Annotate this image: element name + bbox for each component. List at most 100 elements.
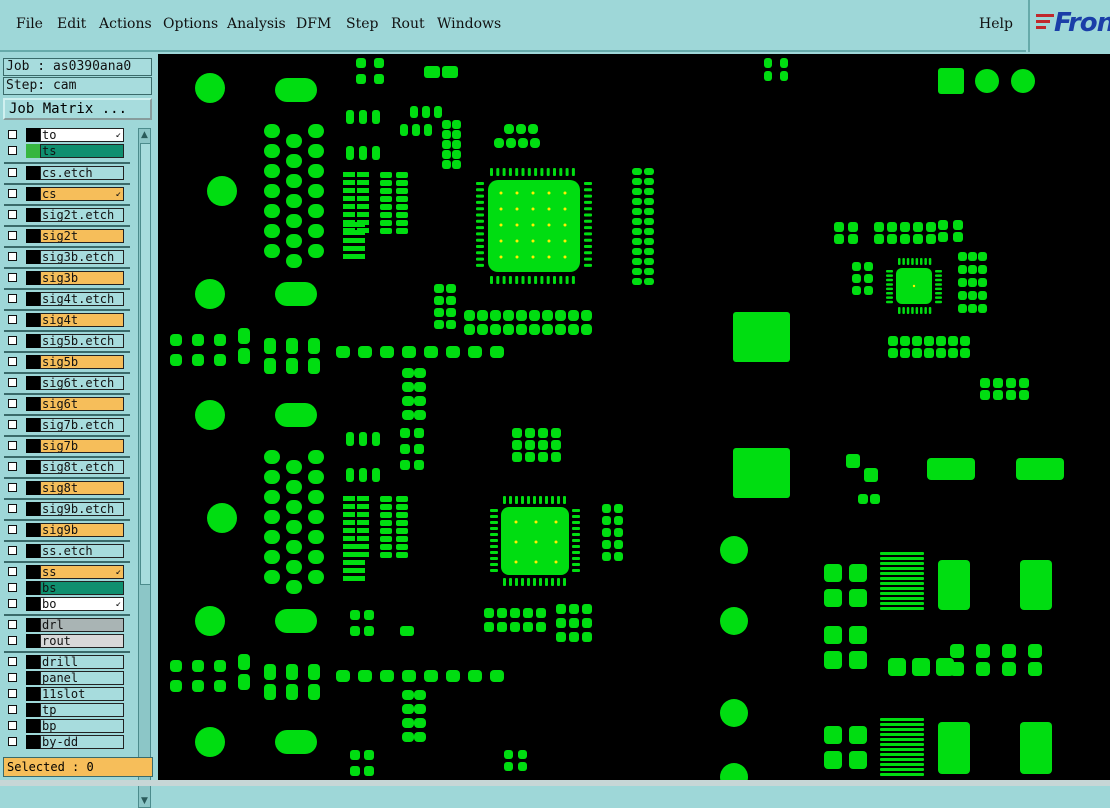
layer-row-sig5b[interactable]: sig5b — [4, 355, 128, 371]
layer-color-swatch[interactable] — [26, 671, 40, 685]
layer-color-swatch[interactable] — [26, 292, 40, 306]
layer-name[interactable]: sig4t — [40, 313, 124, 327]
layer-row-sig6t[interactable]: sig6t — [4, 397, 128, 413]
layer-color-swatch[interactable] — [26, 144, 40, 158]
layer-checkbox[interactable] — [8, 441, 17, 450]
layer-checkbox[interactable] — [8, 378, 17, 387]
layer-checkbox[interactable] — [8, 525, 17, 534]
layer-row-rout[interactable]: rout — [4, 634, 128, 650]
layer-color-swatch[interactable] — [26, 703, 40, 717]
scroll-up-icon[interactable]: ▲ — [139, 129, 150, 141]
job-matrix-button[interactable]: Job Matrix ... — [3, 98, 152, 120]
layer-color-swatch[interactable] — [26, 439, 40, 453]
layer-row-ss[interactable]: ss ↙ — [4, 565, 128, 581]
layer-checkbox[interactable] — [8, 357, 17, 366]
layer-name[interactable]: sig7b.etch — [40, 418, 124, 432]
layer-row-sig2t-etch[interactable]: sig2t.etch — [4, 208, 128, 224]
layer-checkbox[interactable] — [8, 599, 17, 608]
layer-checkbox[interactable] — [8, 504, 17, 513]
scroll-thumb[interactable] — [140, 143, 151, 585]
layer-checkbox[interactable] — [8, 657, 17, 666]
layer-checkbox[interactable] — [8, 546, 17, 555]
layer-checkbox[interactable] — [8, 721, 17, 730]
menu-help[interactable]: Help — [979, 16, 1013, 32]
layer-color-swatch[interactable] — [26, 271, 40, 285]
layer-checkbox[interactable] — [8, 210, 17, 219]
layer-name[interactable]: bs — [40, 581, 124, 595]
layer-name[interactable]: ss ↙ — [40, 565, 124, 579]
layer-row-sig4t[interactable]: sig4t — [4, 313, 128, 329]
layer-color-swatch[interactable] — [26, 618, 40, 632]
layer-name[interactable]: cs ↙ — [40, 187, 124, 201]
layer-checkbox[interactable] — [8, 737, 17, 746]
layer-row-sig8t-etch[interactable]: sig8t.etch — [4, 460, 128, 476]
layer-color-swatch[interactable] — [26, 166, 40, 180]
layer-color-swatch[interactable] — [26, 355, 40, 369]
layer-color-swatch[interactable] — [26, 544, 40, 558]
layer-color-swatch[interactable] — [26, 313, 40, 327]
layer-name[interactable]: by-dd — [40, 735, 124, 749]
layer-name[interactable]: sig3b.etch — [40, 250, 124, 264]
layer-row-sig9b[interactable]: sig9b — [4, 523, 128, 539]
layer-name[interactable]: tp — [40, 703, 124, 717]
layer-color-swatch[interactable] — [26, 502, 40, 516]
layer-name[interactable]: 11slot — [40, 687, 124, 701]
layer-row-11slot[interactable]: 11slot — [4, 687, 128, 703]
layer-row-to[interactable]: to ↙ — [4, 128, 128, 144]
layer-color-swatch[interactable] — [26, 128, 40, 142]
layer-checkbox[interactable] — [8, 705, 17, 714]
layer-name[interactable]: sig8t.etch — [40, 460, 124, 474]
layer-checkbox[interactable] — [8, 636, 17, 645]
layer-name[interactable]: sig4t.etch — [40, 292, 124, 306]
layer-row-sig3b-etch[interactable]: sig3b.etch — [4, 250, 128, 266]
layer-row-cs-etch[interactable]: cs.etch — [4, 166, 128, 182]
layer-name[interactable]: cs.etch — [40, 166, 124, 180]
layer-checkbox[interactable] — [8, 483, 17, 492]
layer-name[interactable]: to ↙ — [40, 128, 124, 142]
graphics-canvas[interactable] — [158, 54, 1110, 780]
layer-color-swatch[interactable] — [26, 597, 40, 611]
layer-color-swatch[interactable] — [26, 334, 40, 348]
layer-color-swatch[interactable] — [26, 481, 40, 495]
layer-name[interactable]: panel — [40, 671, 124, 685]
layer-row-panel[interactable]: panel — [4, 671, 128, 687]
layer-checkbox[interactable] — [8, 231, 17, 240]
menu-dfm[interactable]: DFM — [296, 16, 331, 32]
layer-row-sig7b[interactable]: sig7b — [4, 439, 128, 455]
layer-checkbox[interactable] — [8, 583, 17, 592]
layer-name[interactable]: sig2t.etch — [40, 208, 124, 222]
layer-color-swatch[interactable] — [26, 719, 40, 733]
layer-row-ts[interactable]: ts — [4, 144, 128, 160]
layer-row-tp[interactable]: tp — [4, 703, 128, 719]
layer-name[interactable]: rout — [40, 634, 124, 648]
layer-color-swatch[interactable] — [26, 376, 40, 390]
layer-name[interactable]: sig3b — [40, 271, 124, 285]
menu-rout[interactable]: Rout — [391, 16, 425, 32]
layer-row-drill[interactable]: drill — [4, 655, 128, 671]
layer-color-swatch[interactable] — [26, 397, 40, 411]
layer-color-swatch[interactable] — [26, 581, 40, 595]
layer-checkbox[interactable] — [8, 252, 17, 261]
layer-name[interactable]: sig5b.etch — [40, 334, 124, 348]
layer-row-sig4t-etch[interactable]: sig4t.etch — [4, 292, 128, 308]
layer-color-swatch[interactable] — [26, 634, 40, 648]
layer-checkbox[interactable] — [8, 689, 17, 698]
layer-name[interactable]: sig6t.etch — [40, 376, 124, 390]
layer-name[interactable]: bo ↙ — [40, 597, 124, 611]
layer-checkbox[interactable] — [8, 273, 17, 282]
layer-color-swatch[interactable] — [26, 229, 40, 243]
layer-row-cs[interactable]: cs ↙ — [4, 187, 128, 203]
menu-options[interactable]: Options — [163, 16, 218, 32]
layer-row-sig3b[interactable]: sig3b — [4, 271, 128, 287]
layer-row-bs[interactable]: bs — [4, 581, 128, 597]
layer-name[interactable]: sig2t — [40, 229, 124, 243]
layer-checkbox[interactable] — [8, 168, 17, 177]
layer-color-swatch[interactable] — [26, 655, 40, 669]
layer-row-drl[interactable]: drl — [4, 618, 128, 634]
scroll-down-icon[interactable]: ▼ — [139, 795, 150, 807]
layer-name[interactable]: drill — [40, 655, 124, 669]
menu-step[interactable]: Step — [346, 16, 378, 32]
layer-name[interactable]: bp — [40, 719, 124, 733]
layer-checkbox[interactable] — [8, 315, 17, 324]
menu-edit[interactable]: Edit — [57, 16, 86, 32]
